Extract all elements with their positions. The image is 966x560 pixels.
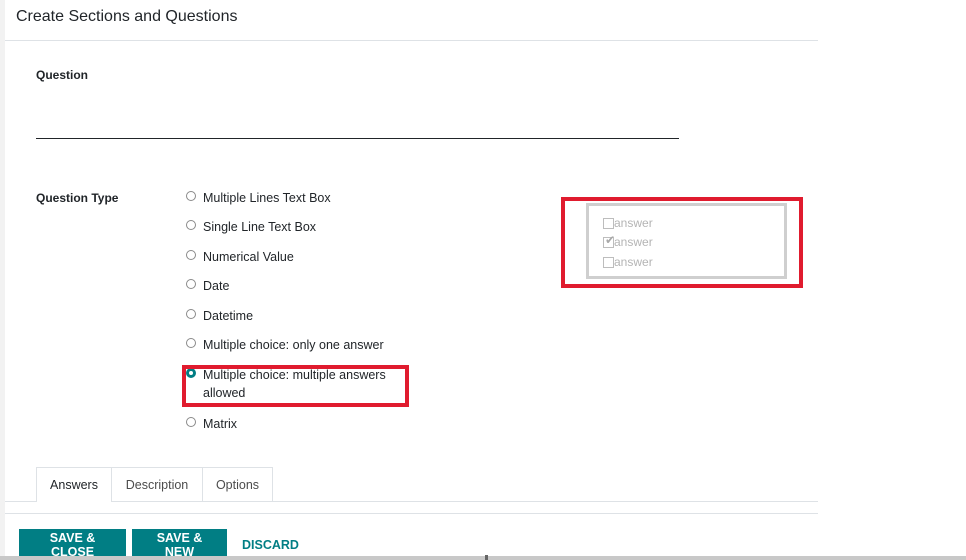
radio-label: Datetime	[203, 309, 254, 323]
checked-checkbox-icon: ✔	[603, 232, 616, 248]
radio-label: Multiple choice: only one answer	[203, 338, 384, 352]
create-question-dialog: Create Sections and Questions Question Q…	[5, 0, 818, 560]
radio-button[interactable]	[186, 309, 196, 319]
footer-divider	[5, 513, 818, 514]
bottom-border	[0, 556, 966, 560]
question-input[interactable]	[36, 108, 679, 139]
tab-options[interactable]: Options	[202, 467, 273, 501]
question-type-label: Question Type	[36, 191, 119, 205]
radio-multiple-choice-one-answer[interactable]: Multiple choice: only one answer	[186, 336, 384, 354]
radio-button[interactable]	[186, 220, 196, 230]
radio-label: Single Line Text Box	[203, 220, 317, 234]
radio-label: Multiple Lines Text Box	[203, 191, 331, 205]
radio-multiple-lines-text-box[interactable]: Multiple Lines Text Box	[186, 189, 331, 207]
radio-label: Matrix	[203, 417, 238, 431]
radio-button[interactable]	[186, 191, 196, 201]
radio-button[interactable]	[186, 279, 196, 289]
checkbox-icon	[603, 217, 614, 229]
cursor-indicator	[485, 555, 488, 560]
preview-row: ✔ answer	[603, 232, 653, 249]
radio-button[interactable]	[186, 417, 196, 427]
selection-highlight-box	[182, 365, 409, 407]
tab-description[interactable]: Description	[111, 467, 203, 501]
question-label: Question	[36, 68, 89, 82]
radio-date[interactable]: Date	[186, 277, 229, 295]
tab-answers[interactable]: Answers	[36, 467, 112, 502]
tab-bar: Answers Description Options	[5, 467, 818, 502]
preview-answer-text: answer	[614, 255, 653, 269]
preview-row: answer	[603, 216, 653, 230]
radio-button[interactable]	[186, 338, 196, 348]
dialog-header: Create Sections and Questions	[5, 0, 818, 41]
preview-answer-text: answer	[614, 216, 653, 230]
radio-datetime[interactable]: Datetime	[186, 307, 253, 325]
answer-preview: answer ✔ answer answer	[586, 203, 787, 279]
preview-answer-text: answer	[614, 235, 653, 249]
radio-label: Date	[203, 279, 230, 293]
preview-row: answer	[603, 255, 653, 269]
checkbox-icon	[603, 256, 614, 268]
radio-button[interactable]	[186, 250, 196, 260]
radio-label: Numerical Value	[203, 250, 294, 264]
radio-matrix[interactable]: Matrix	[186, 415, 237, 433]
radio-single-line-text-box[interactable]: Single Line Text Box	[186, 218, 316, 236]
radio-numerical-value[interactable]: Numerical Value	[186, 248, 294, 266]
dialog-title: Create Sections and Questions	[16, 8, 238, 25]
